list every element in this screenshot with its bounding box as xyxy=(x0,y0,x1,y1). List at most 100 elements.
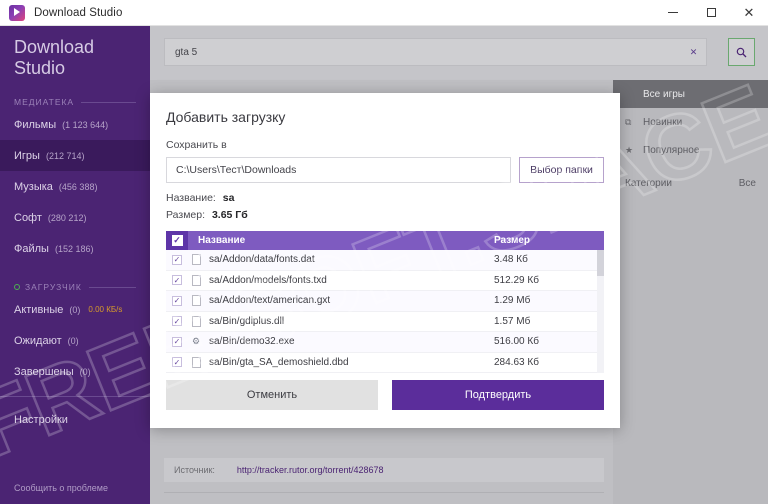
sidebar-item-label: Софт xyxy=(14,211,42,224)
search-button[interactable] xyxy=(728,38,755,66)
download-name-row: Название: sa xyxy=(166,192,234,204)
download-name-label: Название: xyxy=(166,192,216,204)
table-row[interactable]: ✓ sa/Addon/data/fonts.dat 3.48 Кб xyxy=(166,250,604,271)
right-panel: Все игры ⧉ Новинки ★ Популярное Категори… xyxy=(613,80,768,504)
gear-icon: ⚙ xyxy=(191,336,201,347)
sidebar-item-label: Игры xyxy=(14,149,40,162)
row-checkbox[interactable]: ✓ xyxy=(166,336,188,347)
file-name: sa/Addon/text/american.gxt xyxy=(209,295,331,307)
file-name: sa/Bin/demo32.exe xyxy=(209,336,295,348)
add-download-dialog: Добавить загрузку Сохранить в C:\Users\Т… xyxy=(150,93,620,428)
download-speed: 0.00 КБ/s xyxy=(88,305,123,314)
cancel-button[interactable]: Отменить xyxy=(166,380,378,410)
file-icon xyxy=(188,295,204,307)
categories-row[interactable]: Категории Все xyxy=(613,164,768,189)
table-row[interactable]: ✓ sa/Addon/text/american.gxt 1.29 Мб xyxy=(166,291,604,312)
window-controls: ✕ xyxy=(654,0,768,26)
checkmark-icon: ✓ xyxy=(172,275,182,286)
maximize-button[interactable] xyxy=(692,0,730,26)
sidebar-item-films[interactable]: Фильмы (1 123 644) xyxy=(0,109,150,140)
file-size: 512.29 Кб xyxy=(494,274,539,286)
browse-folder-button[interactable]: Выбор папки xyxy=(519,157,604,183)
sidebar-item-count: (1 123 644) xyxy=(62,119,109,130)
sidebar: Download Studio МЕДИАТЕКА Фильмы (1 123 … xyxy=(0,26,150,504)
row-checkbox[interactable]: ✓ xyxy=(166,316,188,327)
search-bar: gta 5 ✕ xyxy=(150,26,768,80)
file-table-header: ✓ Название Размер xyxy=(166,231,604,250)
source-row: Источник: http://tracker.rutor.org/torre… xyxy=(164,458,604,482)
select-all-checkbox[interactable]: ✓ xyxy=(166,231,188,250)
table-row[interactable]: ✓ sa/Bin/gdiplus.dll 1.57 Мб xyxy=(166,312,604,332)
sidebar-item-games[interactable]: Игры (212 714) xyxy=(0,140,150,171)
row-checkbox[interactable]: ✓ xyxy=(166,254,188,265)
minimize-button[interactable] xyxy=(654,0,692,26)
sidebar-report-problem-link[interactable]: Сообщить о проблеме xyxy=(14,483,108,493)
file-name: sa/Addon/models/fonts.txd xyxy=(209,274,327,286)
row-checkbox[interactable]: ✓ xyxy=(166,275,188,286)
right-panel-item-new[interactable]: ⧉ Новинки xyxy=(613,108,768,136)
file-icon xyxy=(188,254,204,266)
file-size: 3.48 Кб xyxy=(494,254,528,266)
right-panel-item-label: Новинки xyxy=(643,116,683,128)
sidebar-item-label: Активные xyxy=(14,303,64,316)
close-button[interactable]: ✕ xyxy=(730,0,768,26)
confirm-button[interactable]: Подтвердить xyxy=(392,380,604,410)
file-size: 1.29 Мб xyxy=(494,295,531,307)
sidebar-item-pending[interactable]: Ожидают (0) xyxy=(0,325,150,356)
checkmark-icon: ✓ xyxy=(171,235,183,246)
sidebar-item-label: Фильмы xyxy=(14,118,57,131)
sidebar-item-music[interactable]: Музыка (456 388) xyxy=(0,171,150,202)
sidebar-item-files[interactable]: Файлы (152 186) xyxy=(0,233,150,264)
sidebar-item-count: (0) xyxy=(69,304,81,315)
column-header-name[interactable]: Название xyxy=(188,235,494,246)
file-table: ✓ Название Размер ✓ sa/Addon/data/fonts.… xyxy=(166,231,604,373)
table-row[interactable]: ✓ sa/Addon/models/fonts.txd 512.29 Кб xyxy=(166,271,604,291)
table-row[interactable]: ✓ ⚙ sa/Bin/demo32.exe 516.00 Кб xyxy=(166,332,604,353)
right-panel-item-popular[interactable]: ★ Популярное xyxy=(613,136,768,164)
checkmark-icon: ✓ xyxy=(172,336,182,347)
divider xyxy=(164,492,604,493)
sidebar-section-media: МЕДИАТЕКА xyxy=(14,97,136,107)
sidebar-item-software[interactable]: Софт (280 212) xyxy=(0,202,150,233)
sidebar-section-loader-label: ЗАГРУЗЧИК xyxy=(25,282,82,292)
sidebar-item-label: Завершены xyxy=(14,365,74,378)
close-icon: ✕ xyxy=(743,5,755,20)
download-size-row: Размер: 3.65 Гб xyxy=(166,209,248,221)
download-size-value: 3.65 Гб xyxy=(211,209,248,221)
file-table-scroll-thumb[interactable] xyxy=(597,250,604,276)
sidebar-item-active[interactable]: Активные (0) 0.00 КБ/s xyxy=(0,294,150,325)
sidebar-item-count: (0) xyxy=(67,335,79,346)
sidebar-item-count: (152 186) xyxy=(54,243,94,254)
save-to-label: Сохранить в xyxy=(166,139,227,151)
sidebar-section-media-label: МЕДИАТЕКА xyxy=(14,97,75,107)
search-input[interactable]: gta 5 ✕ xyxy=(164,38,707,66)
save-path-value: C:\Users\Тест\Downloads xyxy=(176,164,297,176)
sidebar-item-completed[interactable]: Завершены (0) xyxy=(0,356,150,387)
sidebar-item-settings[interactable]: Настройки xyxy=(0,414,150,426)
checkmark-icon: ✓ xyxy=(172,357,182,368)
app-title: Download Studio xyxy=(34,6,123,19)
sidebar-logo: Download Studio xyxy=(0,26,150,79)
divider xyxy=(88,286,136,288)
file-name: sa/Bin/gdiplus.dll xyxy=(209,315,285,327)
source-url-link[interactable]: http://tracker.rutor.org/torrent/428678 xyxy=(237,465,384,475)
row-checkbox[interactable]: ✓ xyxy=(166,357,188,368)
row-checkbox[interactable]: ✓ xyxy=(166,295,188,306)
column-header-size[interactable]: Размер xyxy=(494,235,604,246)
right-panel-item-all-games[interactable]: Все игры xyxy=(613,80,768,108)
sidebar-logo-line1: Download xyxy=(14,37,95,57)
source-label: Источник: xyxy=(174,465,215,475)
sidebar-item-label: Файлы xyxy=(14,242,49,255)
categories-label: Категории xyxy=(625,178,672,189)
sidebar-item-count: (280 212) xyxy=(47,212,87,223)
file-table-body: ✓ sa/Addon/data/fonts.dat 3.48 Кб ✓ sa/A… xyxy=(166,250,604,373)
search-input-value: gta 5 xyxy=(175,46,198,58)
clear-search-icon[interactable]: ✕ xyxy=(689,48,698,57)
sidebar-logo-line2: Studio xyxy=(14,58,66,78)
play-logo-icon xyxy=(9,4,25,21)
checkmark-icon: ✓ xyxy=(172,316,182,327)
sidebar-item-label: Ожидают xyxy=(14,334,62,347)
table-row[interactable]: ✓ sa/Bin/gta_SA_demoshield.dbd 284.63 Кб xyxy=(166,353,604,373)
search-icon xyxy=(736,47,747,57)
save-path-input[interactable]: C:\Users\Тест\Downloads xyxy=(166,157,511,183)
